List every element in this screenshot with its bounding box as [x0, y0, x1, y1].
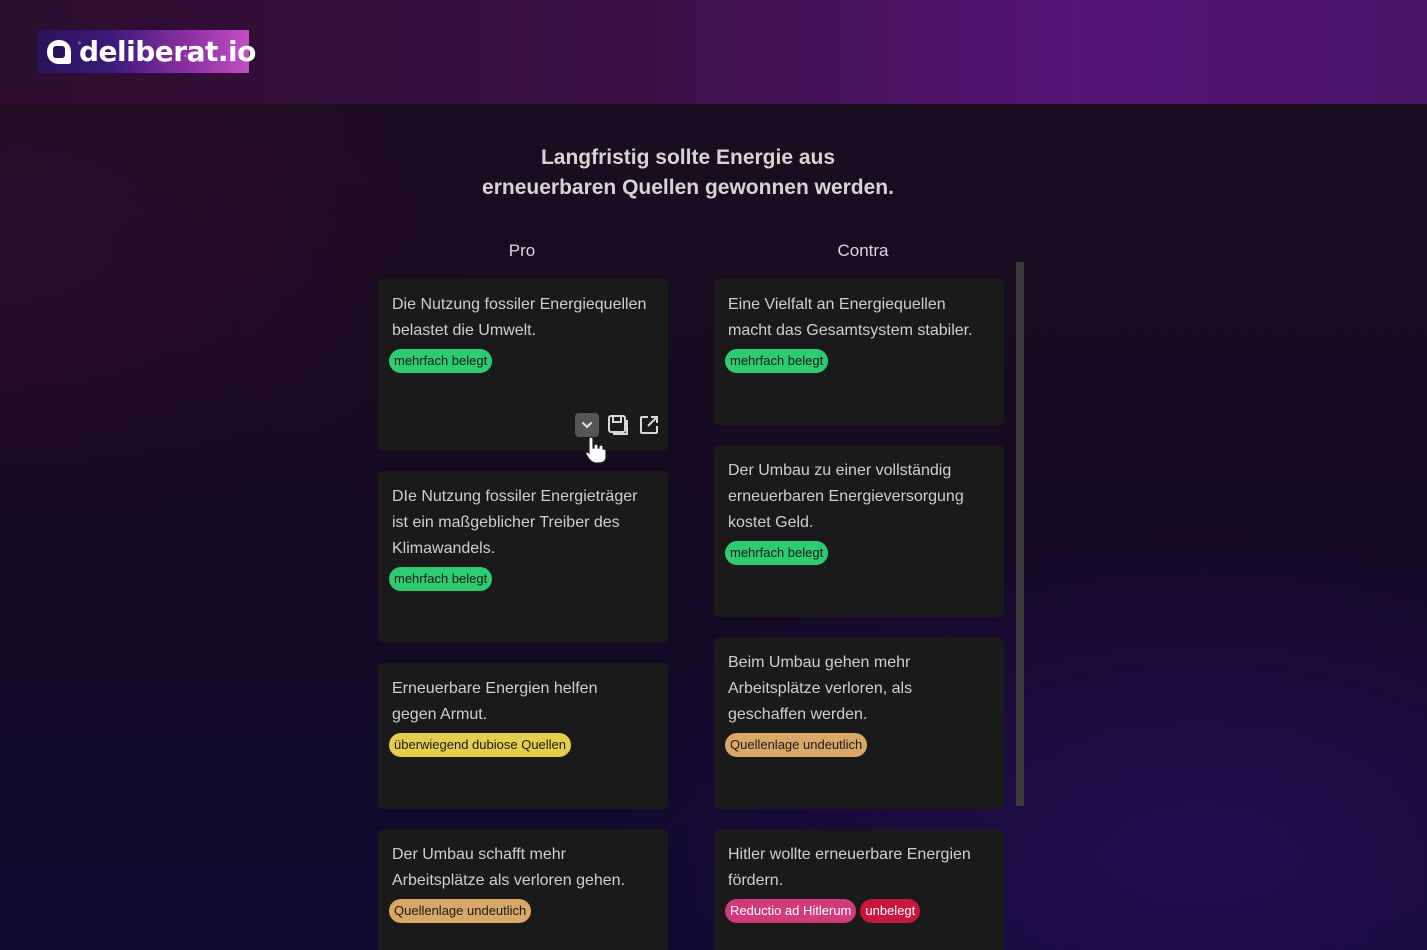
evidence-badge: mehrfach belegt: [725, 541, 829, 565]
argument-text: Die Nutzung fossiler Energiequellen bela…: [392, 296, 647, 339]
badge-list: überwiegend dubiose Quellen: [389, 733, 654, 757]
evidence-badge: Quellenlage undeutlich: [389, 899, 532, 923]
external-link-icon: [640, 416, 658, 434]
pro-column-heading: Pro: [508, 241, 536, 260]
expand-button[interactable]: [575, 413, 599, 437]
badge-list: mehrfach belegt: [725, 541, 990, 565]
evidence-badge: mehrfach belegt: [389, 567, 493, 591]
hand-pointer-cursor-icon: [585, 436, 607, 464]
badge-list: mehrfach belegt: [389, 349, 654, 373]
argument-card-pro-4[interactable]: Der Umbau schafft mehr Arbeitsplätze als…: [378, 829, 668, 950]
evidence-badge: mehrfach belegt: [725, 349, 829, 373]
badge-list: Quellenlage undeutlich: [725, 733, 990, 757]
badge-list: Quellenlage undeutlich: [389, 899, 654, 923]
fallacy-badge: Reductio ad Hitlerum: [725, 899, 857, 923]
save-button[interactable]: [606, 413, 630, 437]
save-icon: [608, 415, 628, 435]
top-header: deliberat.io: [0, 0, 1427, 104]
logo-text: deliberat.io: [79, 35, 256, 68]
argument-text: Erneuerbare Energien helfen gegen Armut.: [392, 680, 598, 723]
card-actions: [575, 413, 661, 437]
evidence-badge: überwiegend dubiose Quellen: [389, 733, 572, 757]
topic-title-line-2: erneuerbaren Quellen gewonnen werden.: [482, 176, 894, 199]
argument-text: Der Umbau schafft mehr Arbeitsplätze als…: [392, 846, 626, 889]
topic-title-line-1: Langfristig sollte Energie aus: [540, 146, 836, 169]
speech-bubble-icon: [45, 38, 73, 66]
badge-list: Reductio ad Hitlerum unbelegt: [725, 899, 990, 923]
argument-text: Beim Umbau gehen mehr Arbeitsplätze verl…: [728, 654, 913, 723]
argument-card-contra-2[interactable]: Der Umbau zu einer vollständig erneuerba…: [714, 445, 1004, 617]
argument-card-contra-3[interactable]: Beim Umbau gehen mehr Arbeitsplätze verl…: [714, 637, 1004, 809]
argument-card-contra-1[interactable]: Eine Vielfalt an Energiequellen macht da…: [714, 279, 1004, 425]
argument-card-contra-4[interactable]: Hitler wollte erneuerbare Energien förde…: [714, 829, 1004, 950]
evidence-badge: mehrfach belegt: [389, 349, 493, 373]
evidence-badge: unbelegt: [860, 899, 921, 923]
argument-card-pro-2[interactable]: DIe Nutzung fossiler Energieträger ist e…: [378, 471, 668, 643]
logo[interactable]: deliberat.io: [37, 30, 256, 73]
argument-text: Der Umbau zu einer vollständig erneuerba…: [728, 462, 964, 531]
badge-list: mehrfach belegt: [725, 349, 990, 373]
topic-title: Langfristig sollte Energie aus erneuerba…: [388, 143, 988, 203]
scrollbar[interactable]: [1016, 262, 1024, 806]
argument-text: Hitler wollte erneuerbare Energien förde…: [728, 846, 971, 889]
argument-card-pro-3[interactable]: Erneuerbare Energien helfen gegen Armut.…: [378, 663, 668, 809]
evidence-badge: Quellenlage undeutlich: [725, 733, 868, 757]
argument-text: Eine Vielfalt an Energiequellen macht da…: [728, 296, 973, 339]
badge-list: mehrfach belegt: [389, 567, 654, 591]
argument-text: DIe Nutzung fossiler Energieträger ist e…: [392, 488, 638, 557]
open-link-button[interactable]: [637, 413, 661, 437]
argument-card-pro-1[interactable]: Die Nutzung fossiler Energiequellen bela…: [378, 279, 668, 451]
contra-column-heading: Contra: [837, 241, 889, 260]
chevron-down-icon: [582, 422, 592, 429]
